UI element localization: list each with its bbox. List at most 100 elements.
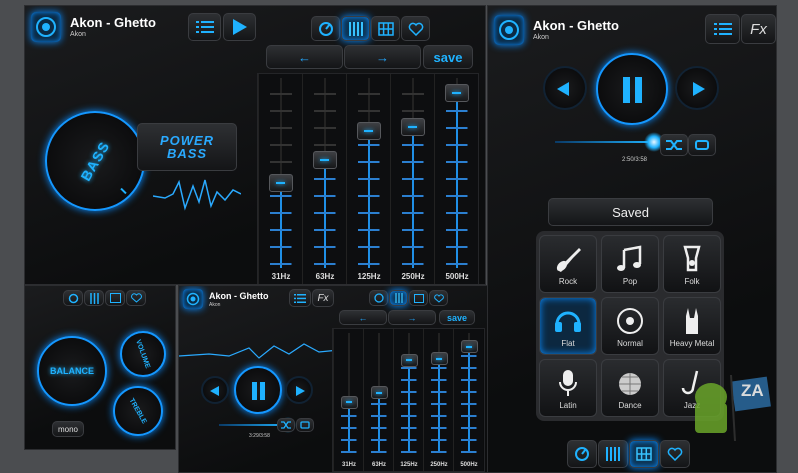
track-artist: Akon: [209, 302, 221, 308]
seek-bar[interactable]: [555, 132, 664, 152]
playlist-button[interactable]: [188, 13, 221, 41]
balance-knob[interactable]: BALANCE: [37, 336, 107, 406]
eq-prev-button[interactable]: ←: [339, 310, 387, 325]
tab-grid[interactable]: [409, 290, 428, 306]
shuffle-button[interactable]: [660, 134, 688, 156]
eq-slider-handle[interactable]: [400, 353, 418, 367]
grid-icon: [636, 447, 652, 461]
eq-small-slider-4[interactable]: 500Hz: [453, 329, 483, 471]
eq-save-button[interactable]: save: [423, 45, 473, 69]
preset-heavy-metal[interactable]: Heavy Metal: [663, 297, 721, 355]
tab-bass[interactable]: [369, 290, 388, 306]
eq-slider-inactive: [269, 78, 292, 183]
fx-button[interactable]: Fx: [741, 14, 776, 44]
eq-slider-handle[interactable]: [370, 386, 388, 399]
pause-button[interactable]: [596, 53, 668, 125]
preset-dance[interactable]: Dance: [601, 359, 659, 417]
track-artist: Akon: [70, 31, 86, 38]
eq-band-label: 500Hz: [460, 462, 478, 468]
saved-presets-button[interactable]: Saved: [548, 198, 713, 226]
eq-slider-handle[interactable]: [268, 173, 293, 192]
eq-slider-handle[interactable]: [460, 340, 478, 354]
prev-button[interactable]: [201, 376, 229, 404]
tab-grid[interactable]: [371, 16, 400, 41]
tab-equalizer[interactable]: [389, 290, 408, 306]
mono-button[interactable]: mono: [52, 421, 84, 437]
tab-bass[interactable]: [311, 16, 340, 41]
heart-icon: [408, 22, 423, 36]
preset-pop[interactable]: Pop: [601, 235, 659, 293]
tab-favorites[interactable]: [401, 16, 430, 41]
eq-slider-1[interactable]: 63Hz: [302, 74, 346, 284]
playlist-button[interactable]: [289, 289, 311, 307]
tab-grid[interactable]: [629, 440, 659, 468]
pause-button[interactable]: [234, 366, 282, 414]
eq-small-slider-2[interactable]: 125Hz: [393, 329, 423, 471]
preset-flat[interactable]: Flat: [539, 297, 597, 355]
eq-slider-handle[interactable]: [430, 352, 448, 366]
eq-slider-0[interactable]: 31Hz: [258, 74, 302, 284]
tab-favorites[interactable]: [429, 290, 448, 306]
knob-icon: [373, 293, 384, 303]
prev-button[interactable]: [543, 66, 587, 110]
eq-band-label: 63Hz: [371, 462, 386, 468]
playlist-button[interactable]: [705, 14, 740, 44]
eq-slider-2[interactable]: 125Hz: [346, 74, 390, 284]
eq-save-button[interactable]: save: [439, 310, 475, 325]
tab-equalizer[interactable]: [341, 16, 370, 41]
repeat-button[interactable]: [296, 418, 314, 432]
eq-next-button[interactable]: →: [388, 310, 436, 325]
eq-band-label: 31Hz: [271, 271, 291, 281]
treble-knob[interactable]: TREBLE: [113, 386, 163, 436]
track-title: Akon - Ghetto: [70, 15, 156, 30]
tab-grid[interactable]: [105, 290, 125, 306]
tab-bass[interactable]: [567, 440, 597, 468]
preset-label: Pop: [622, 277, 638, 286]
tab-bass[interactable]: [63, 290, 83, 306]
shuffle-icon: [281, 421, 291, 429]
eq-slider-handle[interactable]: [340, 395, 358, 409]
eq-slider-handle[interactable]: [356, 122, 381, 141]
tab-favorites[interactable]: [126, 290, 146, 306]
shuffle-button[interactable]: [277, 418, 295, 432]
preset-rock[interactable]: Rock: [539, 235, 597, 293]
power-bass-label: POWER BASS: [159, 133, 215, 161]
speaker-icon: [183, 289, 203, 309]
next-icon: [296, 386, 305, 396]
preset-normal[interactable]: Normal: [601, 297, 659, 355]
bass-knob[interactable]: BASS: [45, 111, 145, 211]
player-screen: Akon - Ghetto Akon Fx 2:50/3:58 Saved Ro…: [487, 5, 777, 473]
eq-small-slider-0[interactable]: 31Hz: [333, 329, 363, 471]
eq-band-label: 63Hz: [315, 271, 335, 281]
eq-small-slider-3[interactable]: 250Hz: [423, 329, 453, 471]
dance-icon: [602, 367, 658, 399]
next-button[interactable]: [675, 66, 719, 110]
eq-slider-3[interactable]: 250Hz: [390, 74, 434, 284]
eq-panel-small: 31Hz 63Hz 125Hz 250Hz 500Hz: [332, 328, 485, 472]
repeat-icon: [695, 140, 709, 150]
shuffle-icon: [666, 140, 682, 150]
knob-icon: [318, 21, 333, 36]
eq-prev-button[interactable]: ←: [266, 45, 343, 69]
volume-knob[interactable]: VOLUME: [120, 331, 166, 377]
repeat-button[interactable]: [688, 134, 716, 156]
heart-icon: [667, 447, 683, 461]
eq-slider-handle[interactable]: [444, 84, 469, 103]
play-button[interactable]: [223, 13, 256, 41]
tab-equalizer[interactable]: [84, 290, 104, 306]
next-button[interactable]: [285, 376, 313, 404]
preset-latin[interactable]: Latin: [539, 359, 597, 417]
eq-slider-4[interactable]: 500Hz: [434, 74, 478, 284]
eq-slider-handle[interactable]: [400, 118, 425, 137]
power-bass-button[interactable]: POWER BASS: [137, 123, 237, 171]
eq-small-slider-1[interactable]: 63Hz: [363, 329, 393, 471]
fx-button[interactable]: Fx: [312, 289, 334, 307]
eq-slider-handle[interactable]: [312, 150, 337, 169]
preset-folk[interactable]: Folk: [663, 235, 721, 293]
knob-icon: [68, 293, 78, 303]
tab-equalizer[interactable]: [598, 440, 628, 468]
eq-next-button[interactable]: →: [344, 45, 421, 69]
preset-label: Folk: [684, 277, 700, 286]
repeat-icon: [300, 421, 310, 429]
balance-screen: BALANCE VOLUME TREBLE mono: [24, 285, 176, 450]
